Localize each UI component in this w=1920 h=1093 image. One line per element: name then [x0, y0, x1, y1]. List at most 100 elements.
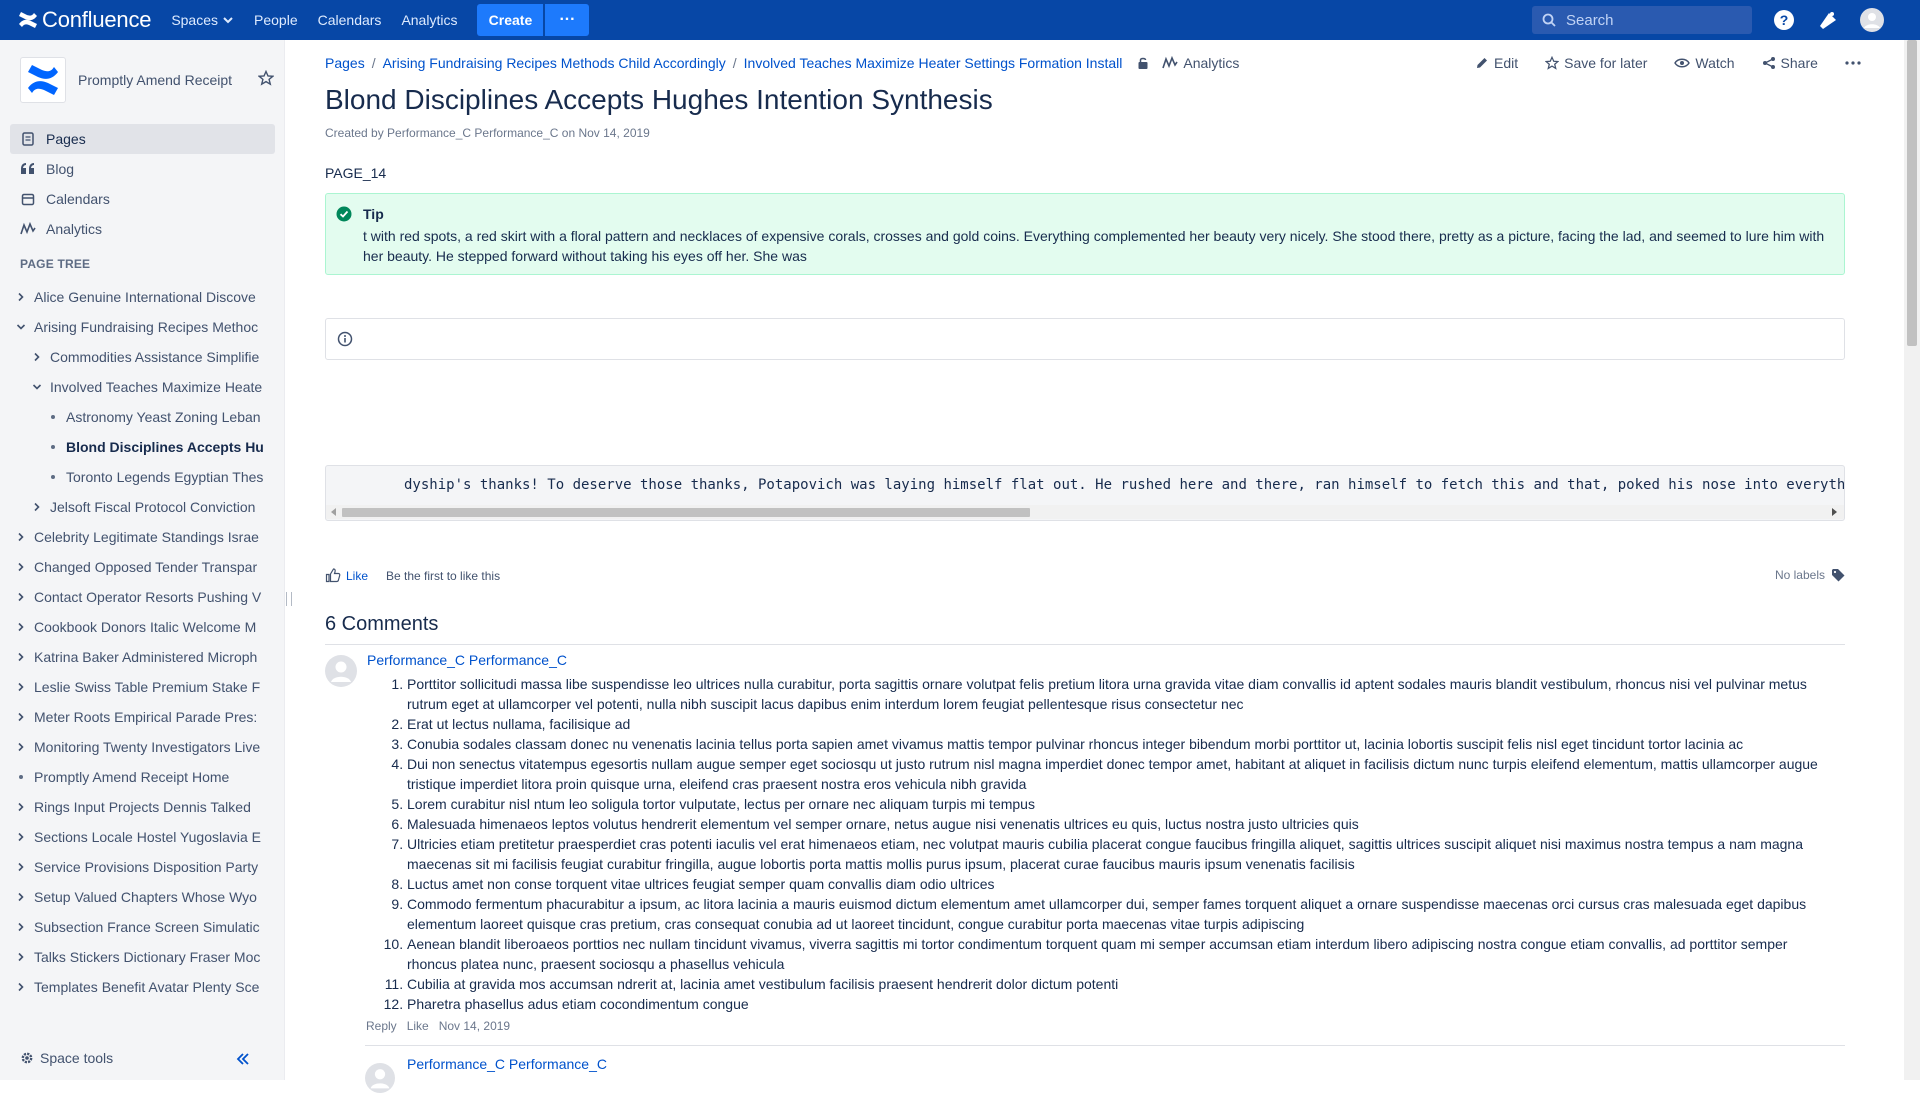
nav-spaces[interactable]: Spaces — [171, 12, 234, 28]
reply-button[interactable]: Reply — [366, 1019, 397, 1033]
nav-people[interactable]: People — [254, 12, 298, 28]
collapse-sidebar-icon[interactable] — [236, 1052, 250, 1066]
share-button[interactable]: Share — [1762, 55, 1818, 71]
sidebar-resize-handle[interactable] — [286, 592, 292, 606]
tree-item[interactable]: Promptly Amend Receipt Home — [14, 762, 264, 792]
chevron-right-icon[interactable] — [14, 980, 28, 994]
comment-actions: Reply Like Nov 14, 2019 — [366, 1019, 520, 1033]
more-actions-icon[interactable] — [1845, 61, 1866, 65]
chevron-right-icon[interactable] — [14, 530, 28, 544]
tree-item[interactable]: Commodities Assistance Simplifie — [14, 342, 264, 372]
tree-item-label: Commodities Assistance Simplifie — [50, 349, 260, 365]
tree-item[interactable]: Meter Roots Empirical Parade Pres: — [14, 702, 264, 732]
space-tools-button[interactable]: Space tools — [20, 1050, 113, 1066]
comment-like-button[interactable]: Like — [407, 1019, 429, 1033]
tree-item[interactable]: Changed Opposed Tender Transpar — [14, 552, 264, 582]
chevron-right-icon[interactable] — [14, 710, 28, 724]
sidebar-item-blog[interactable]: Blog — [10, 154, 275, 184]
nav-analytics[interactable]: Analytics — [401, 12, 457, 28]
space-logo[interactable] — [20, 57, 66, 103]
tag-icon[interactable] — [1831, 568, 1845, 582]
search-box[interactable] — [1532, 6, 1752, 34]
scroll-thumb[interactable] — [342, 508, 1030, 517]
tree-item[interactable]: Alice Genuine International Discove — [14, 282, 264, 312]
notifications-icon[interactable] — [1816, 8, 1840, 32]
tree-item[interactable]: Talks Stickers Dictionary Fraser Moc — [14, 942, 264, 972]
breadcrumb-parent[interactable]: Arising Fundraising Recipes Methods Chil… — [383, 55, 726, 71]
tree-item[interactable]: Celebrity Legitimate Standings Israe — [14, 522, 264, 552]
space-name[interactable]: Promptly Amend Receipt — [78, 72, 232, 88]
create-more-button[interactable]: ··· — [545, 4, 590, 36]
tree-item[interactable]: Leslie Swiss Table Premium Stake F — [14, 672, 264, 702]
avatar[interactable] — [365, 1063, 395, 1093]
scroll-left-icon[interactable] — [330, 508, 338, 516]
comment-author[interactable]: Performance_C Performance_C — [407, 1056, 607, 1072]
tip-body: t with red spots, a red skirt with a flo… — [363, 228, 1825, 264]
scroll-thumb[interactable] — [1907, 40, 1917, 346]
save-for-later-button[interactable]: Save for later — [1545, 55, 1647, 71]
chevron-right-icon[interactable] — [14, 290, 28, 304]
create-button[interactable]: Create — [477, 4, 544, 36]
restrictions-lock-icon[interactable] — [1136, 56, 1150, 70]
chevron-right-icon[interactable] — [14, 800, 28, 814]
star-icon[interactable] — [258, 70, 274, 86]
chevron-right-icon[interactable] — [14, 860, 28, 874]
scroll-right-icon[interactable] — [1830, 508, 1838, 516]
breadcrumb-pages[interactable]: Pages — [325, 55, 365, 71]
tree-item[interactable]: Toronto Legends Egyptian Thes — [14, 462, 264, 492]
chevron-right-icon[interactable] — [14, 590, 28, 604]
breadcrumb-separator: / — [732, 55, 737, 71]
labels-section[interactable]: No labels — [1775, 568, 1845, 582]
tree-item[interactable]: Arising Fundraising Recipes Methoc — [14, 312, 264, 342]
tree-item[interactable]: Service Provisions Disposition Party — [14, 852, 264, 882]
like-button[interactable]: Like — [325, 568, 368, 583]
sidebar-item-analytics[interactable]: Analytics — [10, 214, 275, 244]
page-vertical-scrollbar[interactable] — [1904, 40, 1920, 1080]
horizontal-scrollbar[interactable] — [326, 505, 1844, 519]
chevron-right-icon[interactable] — [14, 650, 28, 664]
nav-calendars[interactable]: Calendars — [318, 12, 382, 28]
tree-item[interactable]: Subsection France Screen Simulatic — [14, 912, 264, 942]
help-icon[interactable]: ? — [1772, 8, 1796, 32]
breadcrumb-current-parent[interactable]: Involved Teaches Maximize Heater Setting… — [744, 55, 1123, 71]
user-avatar-icon[interactable] — [1860, 8, 1884, 32]
chevron-right-icon[interactable] — [14, 740, 28, 754]
chevron-down-icon[interactable] — [30, 380, 44, 394]
tree-item[interactable]: Astronomy Yeast Zoning Leban — [14, 402, 264, 432]
like-hint: Be the first to like this — [386, 568, 501, 583]
tree-item[interactable]: Sections Locale Hostel Yugoslavia E — [14, 822, 264, 852]
tree-item-label: Service Provisions Disposition Party — [34, 859, 259, 875]
tree-item[interactable]: Setup Valued Chapters Whose Wyo — [14, 882, 264, 912]
tree-item[interactable]: Monitoring Twenty Investigators Live — [14, 732, 264, 762]
tree-item[interactable]: Rings Input Projects Dennis Talked — [14, 792, 264, 822]
chevron-right-icon[interactable] — [14, 890, 28, 904]
chevron-down-icon[interactable] — [14, 320, 28, 334]
chevron-right-icon[interactable] — [14, 680, 28, 694]
chevron-right-icon[interactable] — [30, 350, 44, 364]
tree-item[interactable]: Jelsoft Fiscal Protocol Conviction — [14, 492, 264, 522]
chevron-right-icon[interactable] — [14, 950, 28, 964]
search-input[interactable] — [1564, 10, 1744, 30]
page-byline: Created by Performance_C Performance_C o… — [325, 126, 650, 140]
watch-button[interactable]: Watch — [1674, 55, 1735, 71]
tree-item-current[interactable]: Blond Disciplines Accepts Hu — [14, 432, 264, 462]
page-analytics-link[interactable]: Analytics — [1183, 55, 1239, 71]
avatar[interactable] — [325, 655, 357, 687]
chevron-right-icon[interactable] — [14, 830, 28, 844]
sidebar-item-pages[interactable]: Pages — [10, 124, 275, 154]
tree-item[interactable]: Involved Teaches Maximize Heate — [14, 372, 264, 402]
sidebar-item-calendars[interactable]: Calendars — [10, 184, 275, 214]
tree-item[interactable]: Katrina Baker Administered Microph — [14, 642, 264, 672]
chevron-right-icon[interactable] — [14, 620, 28, 634]
tree-item[interactable]: Contact Operator Resorts Pushing V — [14, 582, 264, 612]
confluence-logo[interactable]: Confluence — [18, 7, 152, 33]
tree-item[interactable]: Cookbook Donors Italic Welcome M — [14, 612, 264, 642]
comment-author[interactable]: Performance_C Performance_C — [367, 652, 567, 668]
comment-date[interactable]: Nov 14, 2019 — [439, 1019, 510, 1033]
edit-button[interactable]: Edit — [1475, 55, 1518, 71]
chevron-right-icon[interactable] — [30, 500, 44, 514]
tree-item[interactable]: Templates Benefit Avatar Plenty Sce — [14, 972, 264, 1002]
calendar-icon — [20, 191, 36, 207]
chevron-right-icon[interactable] — [14, 920, 28, 934]
chevron-right-icon[interactable] — [14, 560, 28, 574]
